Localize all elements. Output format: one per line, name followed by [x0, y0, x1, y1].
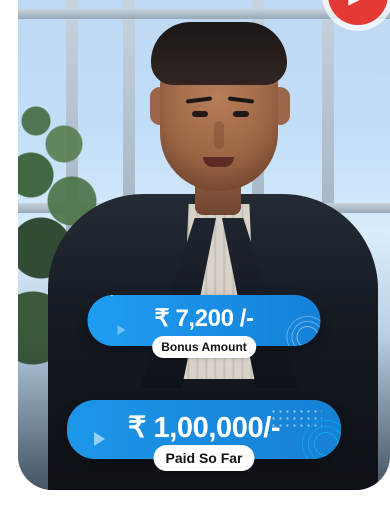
paid-so-far-label: Paid So Far [153, 445, 255, 471]
paid-so-far-value: ₹ 1,00,000/- [127, 412, 281, 444]
presenter-nose [214, 121, 224, 149]
bonus-amount-label: Bonus Amount [152, 336, 256, 358]
presenter-eye-right [233, 111, 249, 117]
video-promo-screen: ₹ 7,200 /- Bonus Amount ₹ 1,00,000/- Pai… [0, 0, 390, 508]
bonus-amount-value: ₹ 7,200 /- [154, 305, 254, 332]
play-icon: ▶ [349, 0, 367, 7]
presenter-hair [151, 22, 287, 85]
presenter-eye-left [192, 111, 208, 117]
video-card: ₹ 7,200 /- Bonus Amount ₹ 1,00,000/- Pai… [18, 0, 390, 490]
